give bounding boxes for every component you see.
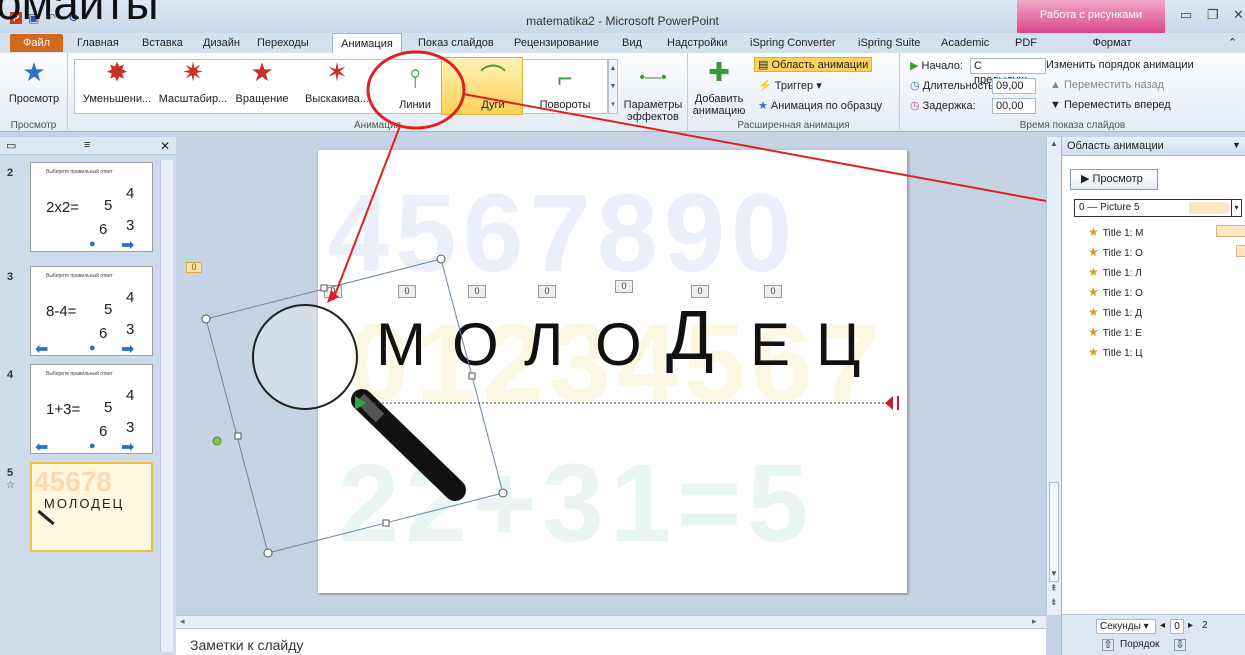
animation-pane: Область анимации ▼ ▶ Просмотр 0 — Pictur… bbox=[1061, 137, 1245, 655]
notes-pane[interactable]: Заметки к слайду bbox=[176, 628, 1046, 655]
motion-path bbox=[355, 396, 899, 410]
anim-item[interactable]: ★ Title 1: М bbox=[1088, 225, 1245, 239]
anim-item[interactable]: ★ Title 1: Ц bbox=[1088, 345, 1143, 359]
timeline-start[interactable]: 0 bbox=[1170, 619, 1184, 634]
anim-item-picture[interactable]: 0 — Picture 5 ▾ bbox=[1074, 199, 1242, 217]
scroll-up-icon[interactable]: ▲ bbox=[1050, 139, 1058, 148]
prev-slide-icon[interactable]: ⇞ bbox=[1050, 583, 1058, 594]
anim-item[interactable]: ★ Title 1: Е bbox=[1088, 325, 1142, 339]
order-label: Порядок bbox=[1120, 639, 1160, 650]
anim-item[interactable]: ★ Title 1: О bbox=[1088, 245, 1245, 259]
timeline-mark: 2 bbox=[1202, 620, 1208, 631]
animation-pane-header: Область анимации ▼ bbox=[1062, 137, 1245, 156]
scroll-left-icon[interactable]: ◂ bbox=[180, 616, 185, 627]
order-up-icon[interactable]: ⇧ bbox=[1102, 639, 1114, 651]
scroll-thumb[interactable] bbox=[1049, 482, 1059, 582]
pane-preview-button[interactable]: ▶ Просмотр bbox=[1070, 169, 1158, 190]
timing-bar bbox=[1236, 245, 1245, 257]
timeline-right-icon[interactable]: ▸ bbox=[1188, 620, 1193, 631]
callout-highlight bbox=[327, 50, 1073, 303]
anim-item[interactable]: ★ Title 1: О bbox=[1088, 285, 1143, 299]
dropdown-icon: ▾ bbox=[1231, 200, 1241, 216]
play-icon: ▶ bbox=[1081, 173, 1093, 185]
scroll-right-icon[interactable]: ▸ bbox=[1032, 616, 1037, 627]
timing-bar bbox=[1189, 202, 1229, 214]
pane-footer: Секунды ▾ ◂ 0 ▸ 2 ⇧ Порядок ⇩ bbox=[1062, 614, 1245, 655]
timeline-left-icon[interactable]: ◂ bbox=[1160, 620, 1165, 631]
horizontal-scrollbar[interactable]: ◂ ▸ bbox=[176, 615, 1046, 628]
next-slide-icon[interactable]: ⇟ bbox=[1050, 597, 1058, 608]
slide-vertical-scrollbar[interactable]: ▲ ▼ ⇞ ⇟ bbox=[1046, 137, 1061, 615]
magnifier-image bbox=[252, 304, 466, 501]
anim-item[interactable]: ★ Title 1: Л bbox=[1088, 265, 1142, 279]
seconds-dropdown[interactable]: Секунды ▾ bbox=[1096, 619, 1156, 634]
order-down-icon[interactable]: ⇩ bbox=[1174, 639, 1186, 651]
timing-bar bbox=[1216, 225, 1245, 237]
scroll-down-icon[interactable]: ▼ bbox=[1050, 569, 1058, 578]
pane-menu-icon[interactable]: ▼ bbox=[1232, 140, 1241, 150]
anim-item[interactable]: ★ Title 1: Д bbox=[1088, 305, 1142, 319]
